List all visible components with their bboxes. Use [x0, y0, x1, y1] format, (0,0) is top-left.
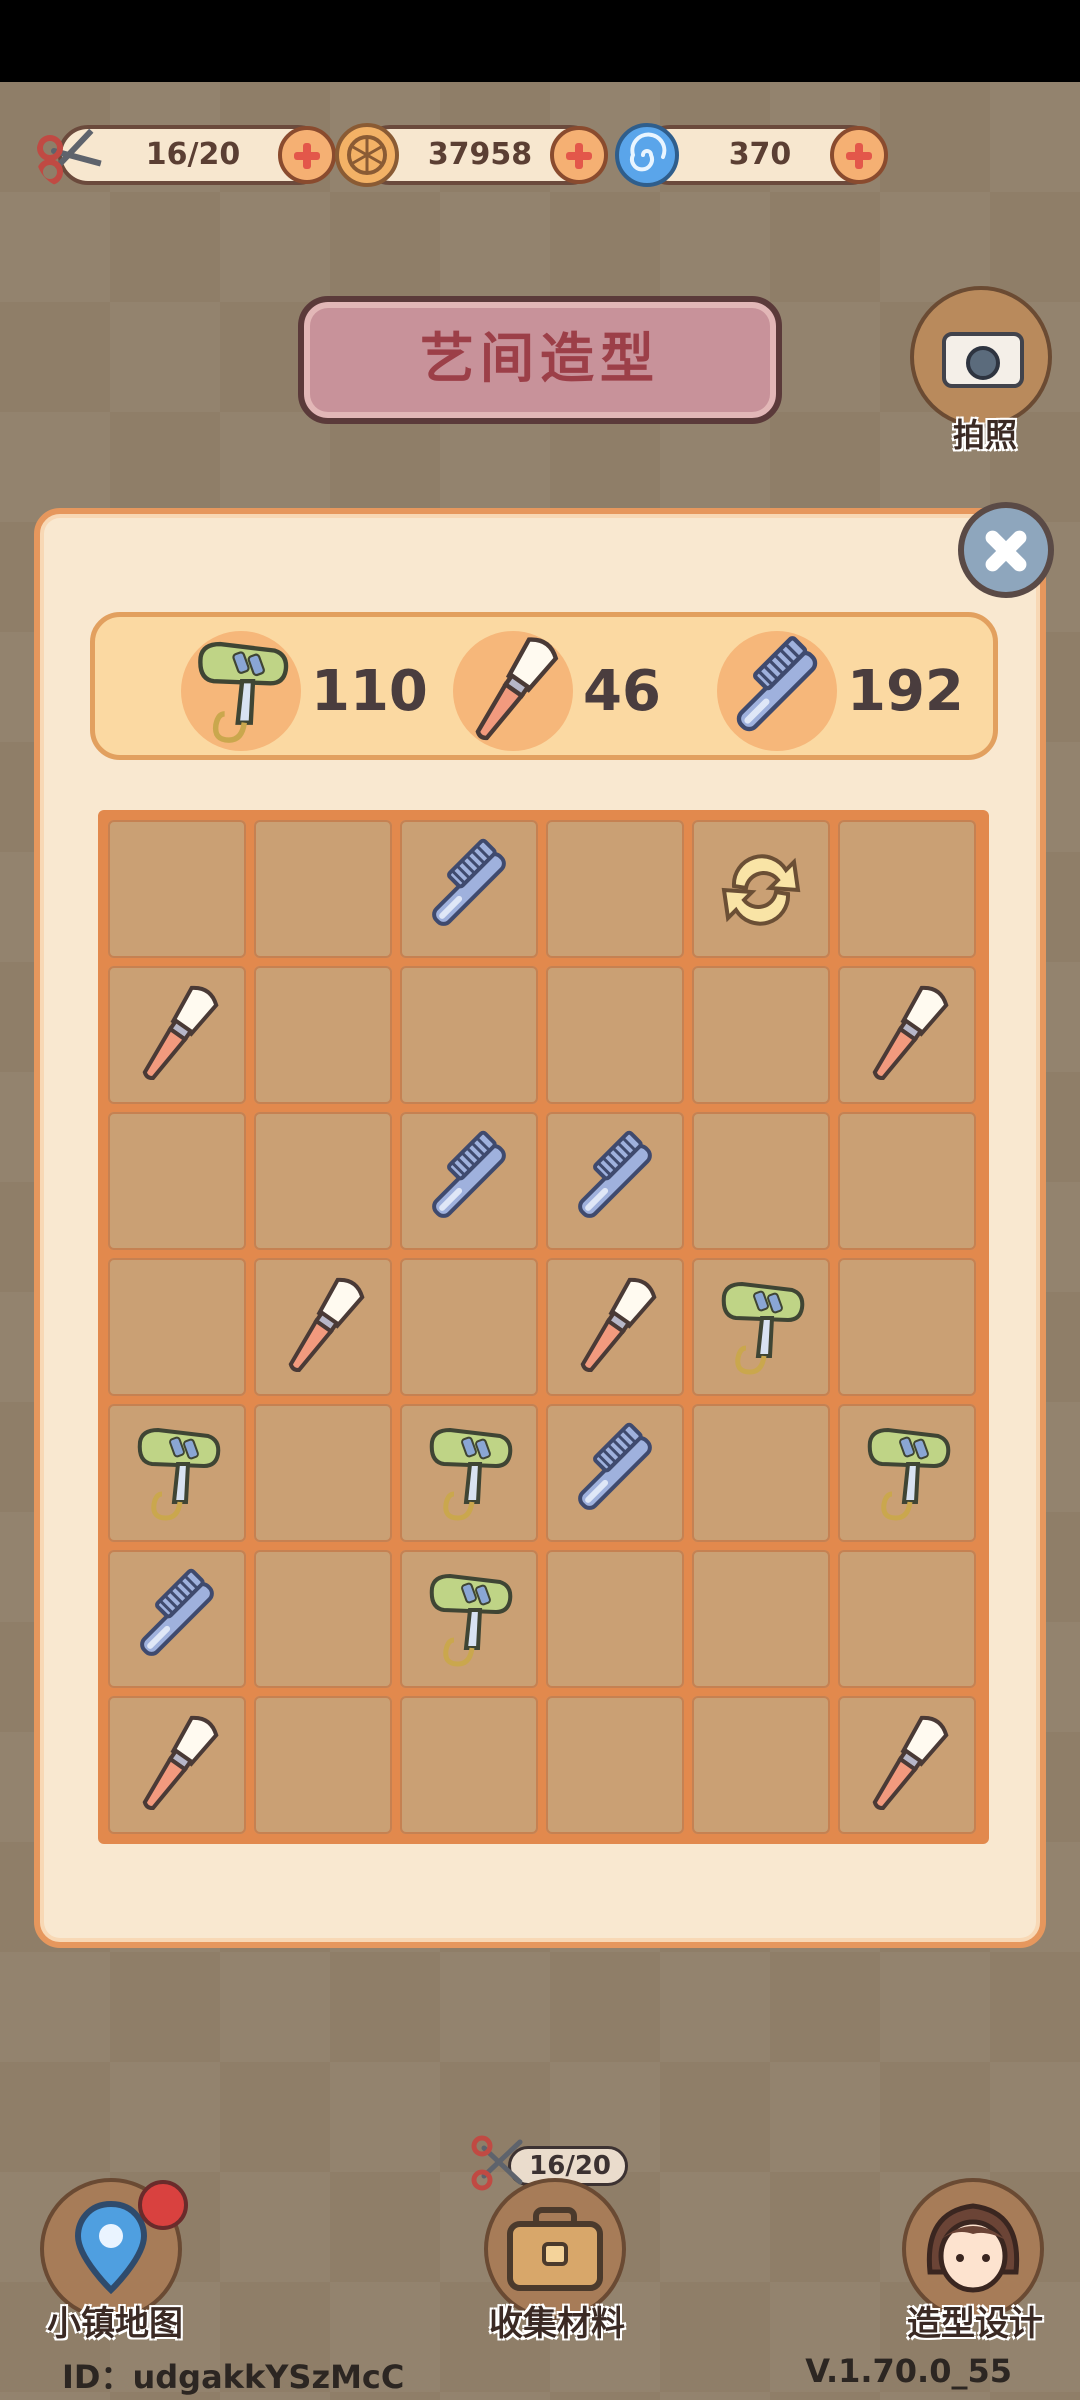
notification-dot	[138, 2180, 188, 2230]
close-button[interactable]	[958, 502, 1054, 598]
board-cell[interactable]	[400, 1404, 538, 1542]
camera-label: 拍照	[952, 416, 1017, 454]
board-cell[interactable]	[692, 820, 830, 958]
gem-counter: 370	[615, 123, 888, 187]
makeup-brush-icon[interactable]	[268, 1272, 378, 1382]
energy-counter: 16/20	[37, 125, 336, 185]
board-cell[interactable]	[108, 1696, 246, 1834]
board-cell[interactable]	[692, 1550, 830, 1688]
board-cell[interactable]	[108, 1112, 246, 1250]
board-cell[interactable]	[692, 1404, 830, 1542]
makeup-brush-icon[interactable]	[852, 980, 962, 1090]
board-cell[interactable]	[254, 1696, 392, 1834]
board-cell[interactable]	[254, 1258, 392, 1396]
board-cell[interactable]	[254, 1112, 392, 1250]
board-cell[interactable]	[546, 820, 684, 958]
comb-count: 192	[717, 617, 964, 765]
add-coins-button[interactable]	[550, 126, 608, 184]
board-cell[interactable]	[400, 966, 538, 1104]
board-cell[interactable]	[838, 820, 976, 958]
board-cell[interactable]	[254, 1550, 392, 1688]
board-cell[interactable]	[546, 1404, 684, 1542]
board-cell[interactable]	[838, 966, 976, 1104]
board-cell[interactable]	[254, 1404, 392, 1542]
board-cell[interactable]	[546, 1258, 684, 1396]
board-cell[interactable]	[400, 1550, 538, 1688]
title-sign: 艺间造型	[298, 296, 782, 424]
board-cell[interactable]	[546, 1112, 684, 1250]
board-cell[interactable]	[546, 966, 684, 1104]
board-cell[interactable]	[400, 1258, 538, 1396]
comb-icon[interactable]	[414, 834, 524, 944]
board-cell[interactable]	[108, 1404, 246, 1542]
hair-dryer-icon[interactable]	[414, 1564, 524, 1674]
board-cell[interactable]	[546, 1696, 684, 1834]
refresh-icon[interactable]	[706, 834, 816, 944]
board-cell[interactable]	[400, 1696, 538, 1834]
collect-energy-value: 16/20	[529, 2151, 611, 2181]
board-cell[interactable]	[108, 966, 246, 1104]
board-cell[interactable]	[108, 1550, 246, 1688]
map-label: 小镇地图	[47, 2304, 183, 2344]
board-cell[interactable]	[692, 966, 830, 1104]
board-cell[interactable]	[692, 1696, 830, 1834]
hair-dryer-icon	[181, 631, 301, 751]
design-label: 造型设计	[907, 2304, 1043, 2344]
makeup-brush-icon[interactable]	[560, 1272, 670, 1382]
board-cell[interactable]	[400, 820, 538, 958]
makeup-brush-icon[interactable]	[122, 980, 232, 1090]
collect-label: 收集材料	[489, 2304, 625, 2344]
comb-icon[interactable]	[560, 1418, 670, 1528]
board-cell[interactable]	[254, 820, 392, 958]
board-cell[interactable]	[692, 1258, 830, 1396]
add-gems-button[interactable]	[830, 126, 888, 184]
board-cell[interactable]	[546, 1550, 684, 1688]
board-cell[interactable]	[838, 1696, 976, 1834]
camera-button[interactable]	[910, 286, 1052, 428]
makeup-brush-icon[interactable]	[852, 1710, 962, 1820]
board-cell[interactable]	[400, 1112, 538, 1250]
add-energy-button[interactable]	[278, 126, 336, 184]
material-counts: 110 46 192	[90, 612, 998, 760]
board-cell[interactable]	[838, 1112, 976, 1250]
hair-dryer-icon[interactable]	[852, 1418, 962, 1528]
player-id: ID：udgakkYSzMcC	[62, 2358, 405, 2396]
board-cell[interactable]	[108, 820, 246, 958]
merge-board	[98, 810, 989, 1844]
comb-icon[interactable]	[122, 1564, 232, 1674]
hair-dryer-icon[interactable]	[414, 1418, 524, 1528]
hair-dryer-icon[interactable]	[706, 1272, 816, 1382]
board-cell[interactable]	[254, 966, 392, 1104]
page-title: 艺间造型	[420, 327, 660, 390]
board-cell[interactable]	[838, 1550, 976, 1688]
status-bar	[0, 0, 1080, 82]
brush-count-value: 46	[583, 658, 661, 724]
brush-count: 46	[453, 617, 661, 765]
dryer-count: 110	[181, 617, 428, 765]
camera-icon	[942, 332, 1024, 388]
hair-dryer-icon[interactable]	[122, 1418, 232, 1528]
coin-counter: 37958	[335, 123, 608, 187]
makeup-brush-icon[interactable]	[122, 1710, 232, 1820]
board-cell[interactable]	[838, 1404, 976, 1542]
board-cell[interactable]	[838, 1258, 976, 1396]
version-label: V.1.70.0_55	[805, 2352, 1012, 2390]
comb-count-value: 192	[847, 658, 964, 724]
comb-icon[interactable]	[414, 1126, 524, 1236]
board-cell[interactable]	[108, 1258, 246, 1396]
dryer-count-value: 110	[311, 658, 428, 724]
comb-icon	[717, 631, 837, 751]
makeup-brush-icon	[453, 631, 573, 751]
comb-icon[interactable]	[560, 1126, 670, 1236]
board-cell[interactable]	[692, 1112, 830, 1250]
